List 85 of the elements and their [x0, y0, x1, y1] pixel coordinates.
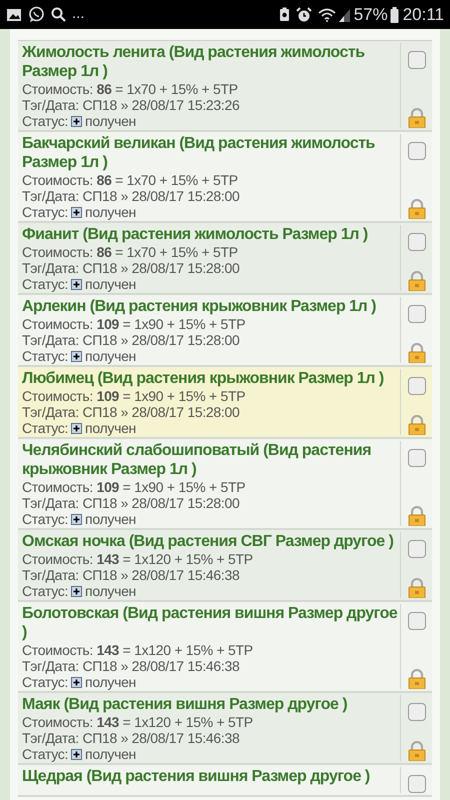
status-value: получен [85, 113, 136, 129]
status-value: получен [85, 746, 136, 762]
item-title: Челябинский слабошиповатый (Вид растения крыжовник Размер 1л ) [22, 441, 372, 479]
wifi-icon [318, 8, 336, 22]
checkbox[interactable] [408, 305, 426, 323]
status-value: получен [85, 348, 136, 364]
chat-bubble-icon [28, 6, 45, 23]
tag-date-line: Тэг/Дата: СП18 » 28/08/17 15:28:00 [22, 404, 240, 420]
status-label: Статус: [22, 276, 68, 292]
expand-icon[interactable] [71, 514, 82, 524]
image-icon [6, 8, 22, 22]
tag-date-line: Тэг/Дата: СП18 » 28/08/17 15:28:00 [22, 332, 240, 348]
item-title: Любимец (Вид растения крыжовник Размер 1л ) [22, 369, 385, 388]
expand-icon[interactable] [71, 278, 82, 290]
expand-icon[interactable] [71, 206, 82, 218]
item-title: Маяк (Вид растения вишня Размер другое ) [22, 695, 348, 714]
item-title: Бакчарский великан (Вид растения жимолость Размер 1л ) [22, 134, 376, 172]
status-value: получен [85, 276, 136, 292]
item-title: Омская ночка (Вид растения СВГ Размер другое ) [22, 532, 394, 551]
status-label: Статус: [22, 204, 68, 220]
status-label: Статус: [22, 674, 68, 690]
padlock-icon [408, 578, 426, 598]
checkbox[interactable] [408, 612, 426, 630]
checkbox[interactable] [408, 233, 426, 251]
cost-line: Стоимость: 143 = 1x120 + 15% + 5TP [22, 551, 254, 567]
signal-icon [338, 8, 350, 22]
item-title: Арлекин (Вид растения крыжовник Размер 1л ) [22, 297, 377, 316]
padlock-icon [408, 271, 426, 291]
item-title: Жимолость ленита (Вид растения жимолость Размер 1л ) [22, 43, 366, 81]
padlock-icon [408, 199, 426, 219]
tag-date-line: Тэг/Дата: СП18 » 28/08/17 15:28:00 [22, 188, 240, 204]
notification-overflow: ... [72, 4, 85, 24]
checkbox[interactable] [408, 703, 426, 721]
alarm-icon [296, 6, 312, 22]
item-title: Болотовская (Вид растения вишня Размер другое ) [22, 604, 398, 642]
expand-icon[interactable] [71, 586, 82, 596]
cost-line: Стоимость: 86 = 1x70 + 15% + 5TP [22, 244, 239, 260]
cost-line: Стоимость: 109 = 1x90 + 15% + 5TP [22, 388, 246, 404]
cost-line: Стоимость: 86 = 1x70 + 15% + 5TP [22, 81, 239, 97]
status-value: получен [85, 420, 136, 436]
tag-date-line: Тэг/Дата: СП18 » 28/08/17 15:28:00 [22, 260, 240, 276]
padlock-icon [408, 506, 426, 526]
tag-date-line: Тэг/Дата: СП18 » 28/08/17 15:46:38 [22, 730, 240, 746]
tag-date-line: Тэг/Дата: СП18 » 28/08/17 15:46:38 [22, 658, 240, 674]
padlock-icon [408, 741, 426, 761]
expand-icon[interactable] [71, 748, 82, 760]
cost-line: Стоимость: 109 = 1x90 + 15% + 5TP [22, 479, 246, 495]
battery-icon [390, 6, 399, 22]
status-label: Статус: [22, 420, 68, 436]
expand-icon[interactable] [71, 116, 82, 126]
status-label: Статус: [22, 583, 68, 599]
clock: 20:11 [402, 4, 444, 26]
checkbox[interactable] [408, 449, 426, 467]
checkbox[interactable] [408, 540, 426, 558]
checkbox[interactable] [408, 142, 426, 160]
status-value: получен [85, 204, 136, 220]
status-value: получен [85, 674, 136, 690]
expand-icon[interactable] [71, 676, 82, 688]
tag-date-line: Тэг/Дата: СП18 » 28/08/17 15:46:38 [22, 567, 240, 583]
padlock-icon [408, 669, 426, 689]
padlock-icon [408, 343, 426, 363]
cost-line: Стоимость: 143 = 1x120 + 15% + 5TP [22, 714, 254, 730]
status-label: Статус: [22, 348, 68, 364]
cost-line: Стоимость: 109 = 1x90 + 15% + 5TP [22, 316, 246, 332]
item-title: Фианит (Вид растения жимолость Размер 1л ) [22, 225, 369, 244]
checkbox[interactable] [408, 51, 426, 69]
status-value: получен [85, 511, 136, 527]
checkbox[interactable] [408, 775, 426, 793]
padlock-icon [408, 108, 426, 128]
search-icon [51, 7, 66, 22]
battery-percentage: 57% [354, 4, 388, 26]
item-title: Щедрая (Вид растения вишня Размер другое ) [22, 767, 371, 786]
status-label: Статус: [22, 746, 68, 762]
tag-date-line: Тэг/Дата: СП18 » 28/08/17 15:28:00 [22, 495, 240, 511]
expand-icon[interactable] [71, 422, 82, 434]
status-label: Статус: [22, 511, 68, 527]
tag-date-line: Тэг/Дата: СП18 » 28/08/17 15:23:26 [22, 97, 240, 113]
cost-line: Стоимость: 143 = 1x120 + 15% + 5TP [22, 642, 254, 658]
padlock-icon [408, 415, 426, 435]
status-value: получен [85, 583, 136, 599]
cost-line: Стоимость: 86 = 1x70 + 15% + 5TP [22, 172, 239, 188]
battery-saver-icon [278, 7, 290, 22]
status-label: Статус: [22, 113, 68, 129]
expand-icon[interactable] [71, 350, 82, 362]
checkbox[interactable] [408, 377, 426, 395]
